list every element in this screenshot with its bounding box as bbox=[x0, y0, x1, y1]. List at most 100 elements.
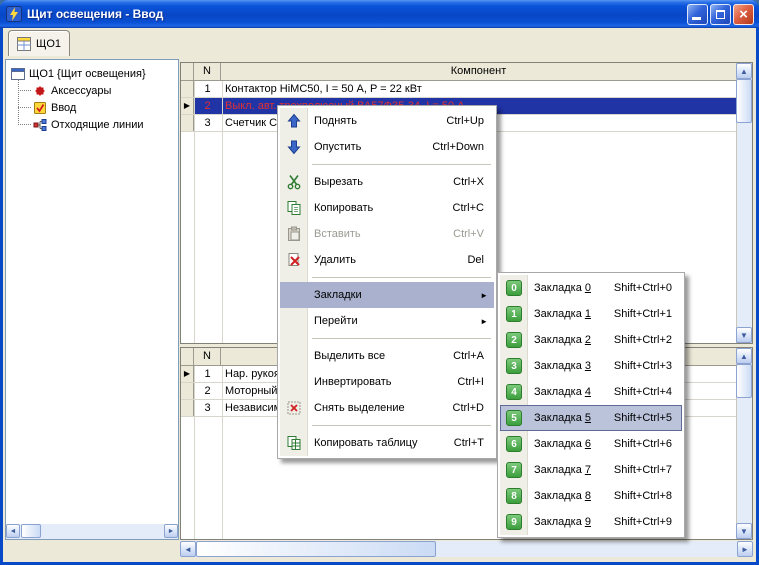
marker-column-header bbox=[181, 348, 194, 365]
table-vertical-scrollbar[interactable]: ▲ ▼ bbox=[736, 348, 752, 539]
tree-node-label: Ввод bbox=[51, 101, 77, 114]
close-button[interactable]: × bbox=[733, 4, 754, 25]
menu-separator bbox=[312, 334, 491, 343]
copy-icon bbox=[287, 201, 301, 215]
submenu-item-bookmark-3[interactable]: 3 Закладка 3 Shift+Ctrl+3 bbox=[500, 353, 682, 379]
submenu-item-bookmark-7[interactable]: 7 Закладка 7 Shift+Ctrl+7 bbox=[500, 457, 682, 483]
scroll-right-button[interactable]: ► bbox=[164, 524, 178, 538]
row-marker-cell bbox=[181, 115, 194, 131]
bookmarks-submenu: 0 Закладка 0 Shift+Ctrl+0 1 Закладка 1 Shi… bbox=[497, 272, 685, 538]
scroll-left-button[interactable]: ◄ bbox=[180, 541, 196, 557]
current-row-icon: ▶ bbox=[183, 369, 191, 378]
client-area: ЩО1 ЩО1 {Щит освещения} Аксессуары Ввод … bbox=[3, 28, 756, 562]
submenu-item-bookmark-9[interactable]: 9 Закладка 9 Shift+Ctrl+9 bbox=[500, 509, 682, 535]
menu-item-invert-selection[interactable]: Инвертировать Ctrl+I bbox=[280, 369, 494, 395]
table-header: N Компонент bbox=[181, 63, 752, 81]
maximize-button[interactable] bbox=[710, 4, 731, 25]
menu-separator bbox=[312, 273, 491, 282]
tree-node-root[interactable]: ЩО1 {Щит освещения} bbox=[8, 65, 176, 82]
bookmark-4-icon: 4 bbox=[506, 384, 522, 400]
submenu-arrow-icon: ► bbox=[480, 316, 488, 326]
bookmark-5-icon: 5 bbox=[506, 410, 522, 426]
minimize-button[interactable] bbox=[687, 4, 708, 25]
menu-item-delete[interactable]: Удалить Del bbox=[280, 247, 494, 273]
tree-node-label: ЩО1 {Щит освещения} bbox=[29, 67, 146, 80]
menu-item-cut[interactable]: Вырезать Ctrl+X bbox=[280, 169, 494, 195]
menu-item-move-down[interactable]: Опустить Ctrl+Down bbox=[280, 134, 494, 160]
submenu-item-bookmark-0[interactable]: 0 Закладка 0 Shift+Ctrl+0 bbox=[500, 275, 682, 301]
menu-item-goto[interactable]: Перейти ► bbox=[280, 308, 494, 334]
outgoing-lines-icon bbox=[33, 118, 47, 131]
delete-icon bbox=[288, 253, 300, 266]
bookmark-3-icon: 3 bbox=[506, 358, 522, 374]
tab-panel[interactable]: ЩО1 bbox=[8, 30, 70, 56]
menu-item-clear-selection[interactable]: Снять выделение Ctrl+D bbox=[280, 395, 494, 421]
scroll-left-icon: ◄ bbox=[9, 527, 17, 535]
row-marker-cell: ▶ bbox=[181, 98, 194, 114]
close-icon: × bbox=[739, 6, 748, 23]
scroll-up-button[interactable]: ▲ bbox=[736, 348, 752, 364]
arrow-down-icon bbox=[287, 140, 301, 155]
row-marker-cell bbox=[181, 383, 194, 399]
tab-label: ЩО1 bbox=[36, 37, 61, 50]
scroll-down-button[interactable]: ▼ bbox=[736, 523, 752, 539]
project-tree-panel: ЩО1 {Щит освещения} Аксессуары Ввод Отхо… bbox=[5, 59, 179, 540]
submenu-item-bookmark-1[interactable]: 1 Закладка 1 Shift+Ctrl+1 bbox=[500, 301, 682, 327]
submenu-item-bookmark-4[interactable]: 4 Закладка 4 Shift+Ctrl+4 bbox=[500, 379, 682, 405]
submenu-item-bookmark-2[interactable]: 2 Закладка 2 Shift+Ctrl+2 bbox=[500, 327, 682, 353]
scroll-right-icon: ► bbox=[741, 544, 749, 554]
bookmark-7-icon: 7 bbox=[506, 462, 522, 478]
submenu-item-bookmark-8[interactable]: 8 Закладка 8 Shift+Ctrl+8 bbox=[500, 483, 682, 509]
tree-node-outgoing-lines[interactable]: Отходящие линии bbox=[18, 116, 176, 133]
table-row[interactable]: 1 Контактор HiMC50, I = 50 А, P = 22 кВт bbox=[181, 81, 736, 98]
n-column-header: N bbox=[194, 348, 221, 365]
tree-node-label: Отходящие линии bbox=[51, 118, 144, 131]
tree-node-input[interactable]: Ввод bbox=[18, 99, 176, 116]
input-icon bbox=[34, 101, 46, 114]
clear-selection-icon bbox=[287, 401, 301, 415]
bookmark-1-icon: 1 bbox=[506, 306, 522, 322]
menu-item-bookmarks[interactable]: Закладки ► bbox=[280, 282, 494, 308]
scrollbar-thumb[interactable] bbox=[21, 524, 41, 538]
menu-item-copy-table[interactable]: Копировать таблицу Ctrl+T bbox=[280, 430, 494, 456]
panel-tab-icon bbox=[17, 36, 31, 51]
menu-item-move-up[interactable]: Поднять Ctrl+Up bbox=[280, 108, 494, 134]
tree-node-accessories[interactable]: Аксессуары bbox=[18, 82, 176, 99]
menu-separator bbox=[312, 160, 491, 169]
row-marker-cell: ▶ bbox=[181, 366, 194, 382]
scroll-down-button[interactable]: ▼ bbox=[736, 327, 752, 343]
table-vertical-scrollbar[interactable]: ▲ ▼ bbox=[736, 63, 752, 343]
row-marker-cell bbox=[181, 400, 194, 416]
scroll-down-icon: ▼ bbox=[740, 526, 748, 536]
scroll-up-icon: ▲ bbox=[740, 351, 748, 361]
scrollbar-thumb[interactable] bbox=[736, 79, 752, 123]
component-column-header: Компонент bbox=[450, 65, 507, 77]
submenu-item-bookmark-6[interactable]: 6 Закладка 6 Shift+Ctrl+6 bbox=[500, 431, 682, 457]
scrollbar-thumb[interactable] bbox=[736, 364, 752, 398]
title-bar[interactable]: Щит освещения - Ввод × bbox=[0, 0, 759, 28]
menu-separator bbox=[312, 421, 491, 430]
scrollbar-thumb[interactable] bbox=[196, 541, 436, 557]
copy-table-icon bbox=[287, 436, 301, 450]
bookmark-9-icon: 9 bbox=[506, 514, 522, 530]
menu-item-select-all[interactable]: Выделить все Ctrl+A bbox=[280, 343, 494, 369]
scroll-right-icon: ► bbox=[167, 527, 175, 535]
submenu-item-bookmark-5[interactable]: 5 Закладка 5 Shift+Ctrl+5 bbox=[500, 405, 682, 431]
main-horizontal-scrollbar[interactable]: ◄ ► bbox=[180, 541, 753, 557]
submenu-arrow-icon: ► bbox=[480, 290, 488, 300]
cut-icon bbox=[287, 175, 301, 190]
bookmark-8-icon: 8 bbox=[506, 488, 522, 504]
tree-horizontal-scrollbar[interactable]: ◄ ► bbox=[6, 524, 178, 539]
menu-item-copy[interactable]: Копировать Ctrl+C bbox=[280, 195, 494, 221]
scroll-up-button[interactable]: ▲ bbox=[736, 63, 752, 79]
n-column-header: N bbox=[194, 63, 221, 80]
bookmark-2-icon: 2 bbox=[506, 332, 522, 348]
menu-item-paste[interactable]: Вставить Ctrl+V bbox=[280, 221, 494, 247]
project-tree: ЩО1 {Щит освещения} Аксессуары Ввод Отхо… bbox=[6, 60, 178, 138]
accessories-icon bbox=[35, 85, 45, 96]
current-row-icon: ▶ bbox=[183, 101, 191, 110]
arrow-up-icon bbox=[287, 113, 301, 128]
app-window: Щит освещения - Ввод × ЩО1 ЩО1 {Щит осве… bbox=[0, 0, 759, 565]
scroll-left-button[interactable]: ◄ bbox=[6, 524, 20, 538]
scroll-right-button[interactable]: ► bbox=[737, 541, 753, 557]
